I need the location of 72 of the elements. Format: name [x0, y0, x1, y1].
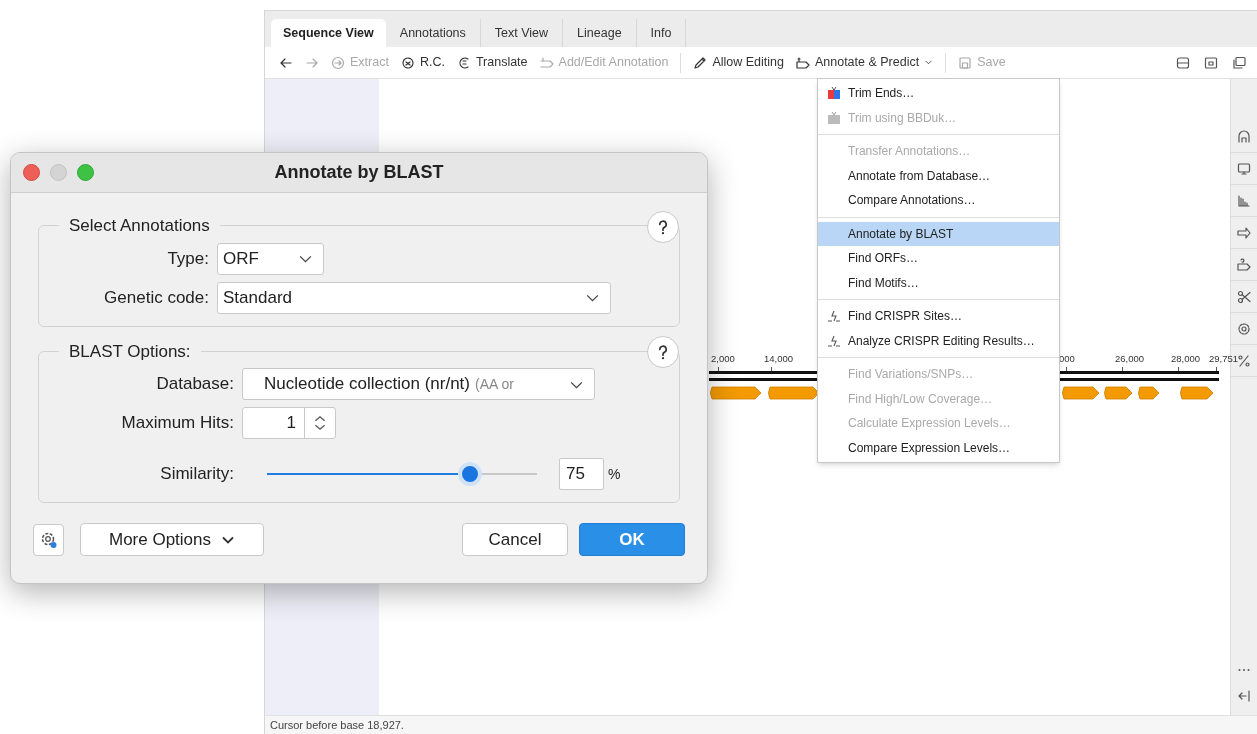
tick-label: 28,000: [1171, 352, 1201, 366]
menu-item[interactable]: Annotate from Database…: [818, 163, 1059, 188]
translate-button[interactable]: Translate: [450, 49, 534, 76]
menu-item[interactable]: Compare Annotations…: [818, 188, 1059, 213]
annotation-arrow[interactable]: [1104, 386, 1133, 400]
tick-label: 2,000: [711, 352, 735, 366]
tag-arrow-icon: [539, 55, 554, 70]
section-title: BLAST Options:: [68, 340, 192, 363]
windows-icon: [1232, 55, 1246, 70]
menu-item[interactable]: Find Motifs…: [818, 270, 1059, 295]
scissors-icon: [1237, 289, 1251, 304]
gear-icon: [1237, 321, 1251, 336]
dropdown[interactable]: Standard: [217, 281, 611, 314]
tick-label: 29,751: [1209, 352, 1239, 366]
lightning-icon: [827, 309, 841, 324]
frame-icon: [1204, 55, 1218, 70]
annotation-arrow[interactable]: [1180, 386, 1214, 400]
collapse-icon: [1237, 689, 1251, 703]
number-field[interactable]: 75: [559, 458, 604, 490]
menu-item[interactable]: Find ORFs…: [818, 246, 1059, 271]
annotation-arrow[interactable]: [710, 386, 762, 400]
extract-icon: [331, 55, 345, 70]
dropdown[interactable]: Nucleotide collection (nr/nt) (AA or: [242, 368, 595, 400]
right-arrow-icon: [1237, 225, 1251, 240]
field-label: Database:: [155, 373, 235, 396]
tag-arrow-icon: [1237, 257, 1251, 272]
bar-chart-icon: [1237, 193, 1251, 208]
number-stepper[interactable]: 1: [242, 407, 336, 439]
percent-icon: [1237, 353, 1251, 368]
save-icon: [958, 55, 973, 70]
field-label: Genetic code:: [103, 286, 210, 309]
translate-icon: [456, 55, 471, 70]
lightning-icon: [827, 333, 841, 348]
unit-label: %: [608, 464, 621, 484]
home-icon: [1237, 129, 1251, 144]
section-title: Select Annotations: [68, 215, 211, 237]
edit-button[interactable]: Allow Editing: [687, 49, 790, 76]
tab[interactable]: Sequence View: [271, 19, 386, 47]
tick-label: 26,000: [1115, 352, 1145, 366]
trim-icon: [827, 110, 841, 125]
help-button[interactable]: [647, 336, 679, 368]
slider-thumb[interactable]: [457, 462, 482, 486]
help-button[interactable]: [647, 210, 679, 243]
rc-button[interactable]: R.C.: [394, 49, 451, 76]
annotation-arrow[interactable]: [1138, 386, 1160, 400]
trim-icon: [827, 86, 841, 101]
field-label: Maximum Hits:: [120, 412, 235, 435]
dialog-title: Annotate by BLAST: [274, 161, 444, 184]
menu-item[interactable]: Trim Ends…: [818, 81, 1059, 106]
caret-icon: [924, 58, 934, 67]
field-label: Similarity:: [159, 463, 235, 486]
split-icon: [1176, 55, 1190, 70]
dropdown[interactable]: ORF: [217, 242, 324, 275]
monitor-icon: [1237, 161, 1251, 176]
menu-item[interactable]: Find CRISPR Sites…: [818, 304, 1059, 329]
more-options-button[interactable]: More Options: [80, 523, 264, 556]
annotation-arrow[interactable]: [1062, 386, 1100, 400]
stepper-arrows-icon: [312, 414, 328, 432]
settings-button[interactable]: [33, 523, 64, 556]
tick-label: 14,000: [764, 352, 794, 366]
annotation-arrow[interactable]: [768, 386, 820, 400]
field-label: Type:: [166, 247, 210, 270]
menu-item[interactable]: Analyze CRISPR Editing Results…: [818, 328, 1059, 353]
menu-item[interactable]: Annotate by BLAST: [818, 221, 1059, 246]
pencil-icon: [693, 55, 708, 70]
menu-item[interactable]: Compare Expression Levels…: [818, 435, 1059, 460]
tag-arrow-icon: [795, 55, 810, 70]
zoom-button[interactable]: [77, 164, 94, 181]
close-button[interactable]: [23, 164, 40, 181]
cancel-button[interactable]: Cancel: [462, 523, 568, 556]
status-text: Cursor before base 18,927.: [270, 717, 404, 733]
predict-button[interactable]: Annotate & Predict: [789, 49, 940, 76]
